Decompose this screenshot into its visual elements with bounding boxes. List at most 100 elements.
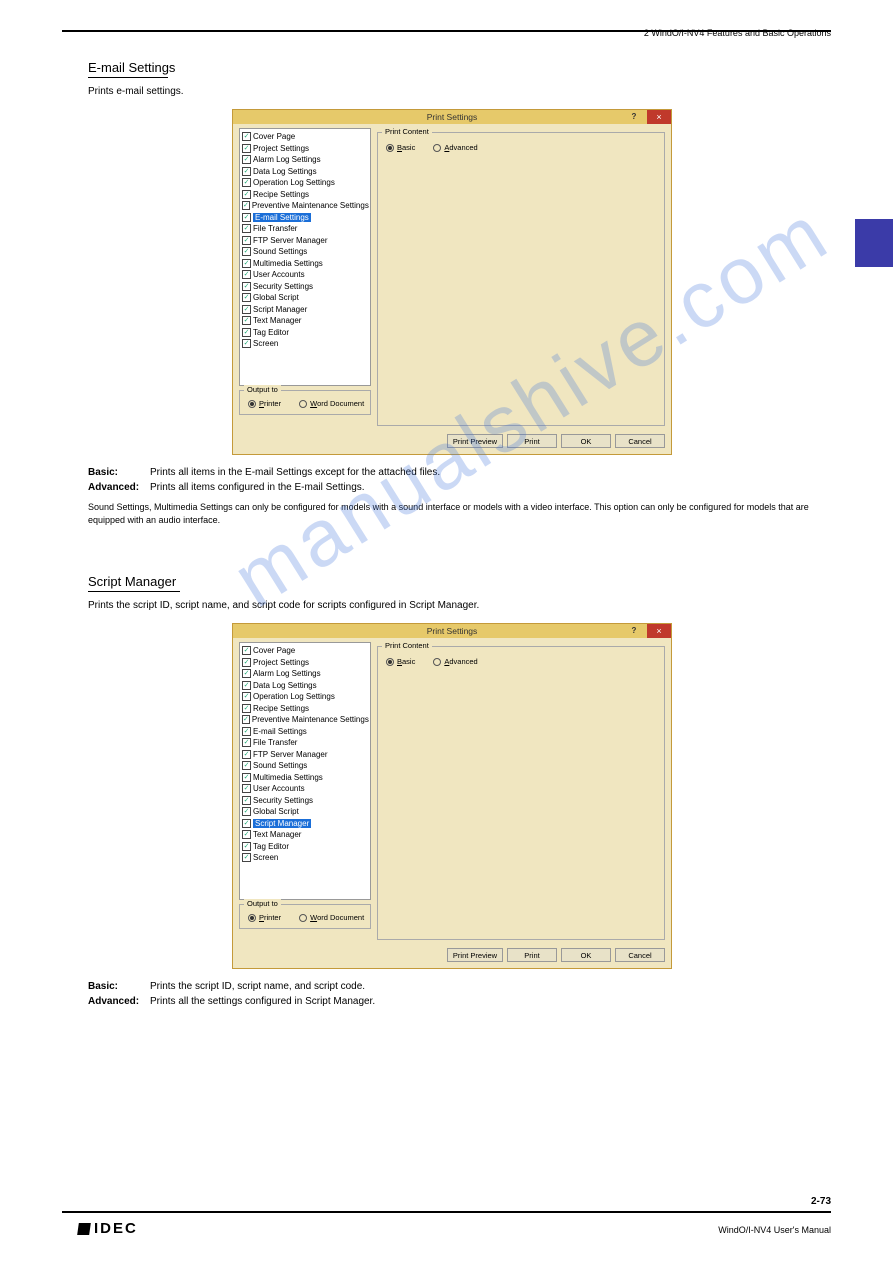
list-item[interactable]: Operation Log Settings bbox=[240, 177, 370, 189]
checkbox-icon[interactable] bbox=[242, 132, 251, 141]
checkbox-icon[interactable] bbox=[242, 669, 251, 678]
radio-printer[interactable]: Printer bbox=[248, 399, 281, 408]
list-item[interactable]: Project Settings bbox=[240, 657, 370, 669]
list-item[interactable]: Screen bbox=[240, 852, 370, 864]
checkbox-icon[interactable] bbox=[242, 224, 251, 233]
list-item[interactable]: Text Manager bbox=[240, 829, 370, 841]
checkbox-icon[interactable] bbox=[242, 339, 251, 348]
outputto-legend: Output to bbox=[244, 899, 281, 908]
list-item[interactable]: Project Settings bbox=[240, 143, 370, 155]
print-preview-button[interactable]: Print Preview bbox=[447, 948, 503, 962]
checkbox-icon[interactable] bbox=[242, 247, 251, 256]
list-item[interactable]: Cover Page bbox=[240, 645, 370, 657]
checkbox-icon[interactable] bbox=[242, 270, 251, 279]
checkbox-icon[interactable] bbox=[242, 167, 251, 176]
list-item[interactable]: FTP Server Manager bbox=[240, 235, 370, 247]
list-item[interactable]: File Transfer bbox=[240, 737, 370, 749]
checkbox-icon[interactable] bbox=[242, 155, 251, 164]
checkbox-icon[interactable] bbox=[242, 692, 251, 701]
radio-basic[interactable]: Basic bbox=[386, 657, 415, 666]
list-item[interactable]: Tag Editor bbox=[240, 841, 370, 853]
list-item[interactable]: Screen bbox=[240, 338, 370, 350]
radio-advanced[interactable]: Advanced bbox=[433, 143, 477, 152]
list-item[interactable]: Tag Editor bbox=[240, 327, 370, 339]
list-item[interactable]: Global Script bbox=[240, 292, 370, 304]
list-item[interactable]: Script Manager bbox=[240, 818, 370, 830]
checkbox-icon[interactable] bbox=[242, 190, 251, 199]
list-item[interactable]: User Accounts bbox=[240, 783, 370, 795]
list-item[interactable]: Cover Page bbox=[240, 131, 370, 143]
close-button[interactable]: × bbox=[647, 624, 671, 638]
list-item[interactable]: Security Settings bbox=[240, 281, 370, 293]
checkbox-icon[interactable] bbox=[242, 784, 251, 793]
checkbox-icon[interactable] bbox=[242, 715, 250, 724]
checkbox-icon[interactable] bbox=[242, 830, 251, 839]
list-item[interactable]: Data Log Settings bbox=[240, 680, 370, 692]
cancel-button[interactable]: Cancel bbox=[615, 948, 665, 962]
print-button[interactable]: Print bbox=[507, 434, 557, 448]
list-item[interactable]: Recipe Settings bbox=[240, 703, 370, 715]
checkbox-icon[interactable] bbox=[242, 282, 251, 291]
list-item[interactable]: Global Script bbox=[240, 806, 370, 818]
list-item[interactable]: File Transfer bbox=[240, 223, 370, 235]
checkbox-icon[interactable] bbox=[242, 259, 251, 268]
checkbox-icon[interactable] bbox=[242, 646, 251, 655]
checkbox-icon[interactable] bbox=[242, 316, 251, 325]
radio-word[interactable]: Word Document bbox=[299, 913, 364, 922]
items-listbox[interactable]: Cover PageProject SettingsAlarm Log Sett… bbox=[239, 642, 371, 900]
checkbox-icon[interactable] bbox=[242, 819, 251, 828]
list-item[interactable]: E-mail Settings bbox=[240, 212, 370, 224]
printcontent-legend: Print Content bbox=[382, 641, 432, 650]
list-item[interactable]: E-mail Settings bbox=[240, 726, 370, 738]
print-button[interactable]: Print bbox=[507, 948, 557, 962]
checkbox-icon[interactable] bbox=[242, 213, 251, 222]
print-preview-button[interactable]: Print Preview bbox=[447, 434, 503, 448]
checkbox-icon[interactable] bbox=[242, 144, 251, 153]
checkbox-icon[interactable] bbox=[242, 236, 251, 245]
checkbox-icon[interactable] bbox=[242, 201, 250, 210]
ok-button[interactable]: OK bbox=[561, 948, 611, 962]
cancel-button[interactable]: Cancel bbox=[615, 434, 665, 448]
checkbox-icon[interactable] bbox=[242, 738, 251, 747]
list-item[interactable]: Preventive Maintenance Settings bbox=[240, 714, 370, 726]
checkbox-icon[interactable] bbox=[242, 305, 251, 314]
checkbox-icon[interactable] bbox=[242, 773, 251, 782]
list-item[interactable]: FTP Server Manager bbox=[240, 749, 370, 761]
list-item[interactable]: Script Manager bbox=[240, 304, 370, 316]
checkbox-icon[interactable] bbox=[242, 658, 251, 667]
checkbox-icon[interactable] bbox=[242, 293, 251, 302]
list-item[interactable]: Data Log Settings bbox=[240, 166, 370, 178]
list-item[interactable]: Alarm Log Settings bbox=[240, 668, 370, 680]
radio-basic[interactable]: Basic bbox=[386, 143, 415, 152]
checkbox-icon[interactable] bbox=[242, 178, 251, 187]
list-item[interactable]: Recipe Settings bbox=[240, 189, 370, 201]
checkbox-icon[interactable] bbox=[242, 853, 251, 862]
checkbox-icon[interactable] bbox=[242, 681, 251, 690]
list-item[interactable]: Alarm Log Settings bbox=[240, 154, 370, 166]
checkbox-icon[interactable] bbox=[242, 704, 251, 713]
checkbox-icon[interactable] bbox=[242, 807, 251, 816]
checkbox-icon[interactable] bbox=[242, 842, 251, 851]
help-button[interactable]: ? bbox=[627, 110, 641, 124]
close-button[interactable]: × bbox=[647, 110, 671, 124]
list-item[interactable]: Multimedia Settings bbox=[240, 772, 370, 784]
list-item[interactable]: Preventive Maintenance Settings bbox=[240, 200, 370, 212]
checkbox-icon[interactable] bbox=[242, 761, 251, 770]
radio-word[interactable]: Word Document bbox=[299, 399, 364, 408]
checkbox-icon[interactable] bbox=[242, 796, 251, 805]
radio-advanced[interactable]: Advanced bbox=[433, 657, 477, 666]
list-item[interactable]: User Accounts bbox=[240, 269, 370, 281]
checkbox-icon[interactable] bbox=[242, 328, 251, 337]
radio-printer[interactable]: Printer bbox=[248, 913, 281, 922]
list-item[interactable]: Sound Settings bbox=[240, 246, 370, 258]
list-item[interactable]: Security Settings bbox=[240, 795, 370, 807]
checkbox-icon[interactable] bbox=[242, 727, 251, 736]
list-item[interactable]: Operation Log Settings bbox=[240, 691, 370, 703]
checkbox-icon[interactable] bbox=[242, 750, 251, 759]
list-item[interactable]: Multimedia Settings bbox=[240, 258, 370, 270]
list-item[interactable]: Sound Settings bbox=[240, 760, 370, 772]
ok-button[interactable]: OK bbox=[561, 434, 611, 448]
list-item[interactable]: Text Manager bbox=[240, 315, 370, 327]
items-listbox[interactable]: Cover PageProject SettingsAlarm Log Sett… bbox=[239, 128, 371, 386]
help-button[interactable]: ? bbox=[627, 624, 641, 638]
